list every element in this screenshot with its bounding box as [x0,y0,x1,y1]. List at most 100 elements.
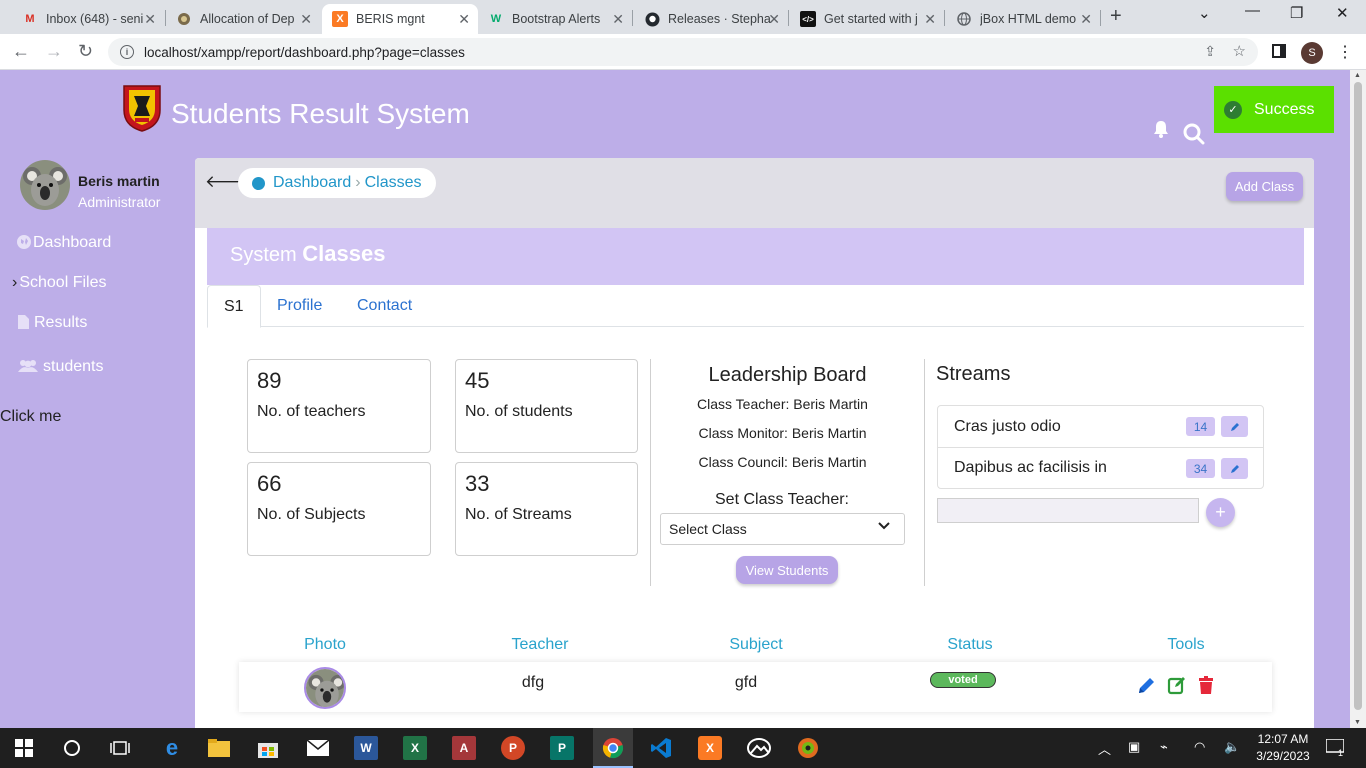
browser-tab-strip: M Inbox (648) - seni ✕ Allocation of Dep… [0,0,1366,34]
divider [650,359,651,586]
click-me-link[interactable]: Click me [0,408,61,426]
scroll-up-icon[interactable]: ▲ [1354,72,1361,79]
list-item[interactable]: Cras justo odio 14 [938,406,1263,447]
share-icon[interactable]: ⇪ [1204,43,1216,60]
stat-card-teachers: 89 No. of teachers [247,359,431,453]
address-bar-row: ← → ↻ i localhost/xampp/report/dashboard… [0,34,1366,70]
publisher-icon[interactable]: P [550,736,574,760]
bookmark-star-icon[interactable]: ☆ [1233,42,1246,60]
page-scrollbar[interactable]: ▲ ▼ [1350,70,1366,728]
xampp-icon: X [332,11,348,27]
network-icon[interactable]: ⌁ [1160,739,1168,755]
windows-start-icon[interactable] [12,736,36,760]
breadcrumb-home[interactable]: Dashboard [273,174,351,192]
minimize-button[interactable]: — [1245,2,1260,19]
edit-square-icon[interactable] [1167,675,1187,695]
code-icon: </> [800,11,816,27]
volume-icon[interactable]: 🔈 [1224,739,1240,755]
tab-s1[interactable]: S1 [207,285,261,328]
close-tab-icon[interactable]: ✕ [1080,11,1092,28]
close-tab-icon[interactable]: ✕ [144,11,156,28]
add-class-button[interactable]: Add Class [1226,172,1303,201]
browser-tab-gmail[interactable]: M Inbox (648) - seni ✕ [12,4,164,34]
vscode-icon[interactable] [649,736,673,760]
close-tab-icon[interactable]: ✕ [924,11,936,28]
side-panel-icon[interactable] [1272,44,1286,58]
search-circle-icon[interactable] [60,736,84,760]
scroll-down-icon[interactable]: ▼ [1354,719,1361,726]
maximize-button[interactable]: ❐ [1290,4,1303,22]
close-tab-icon[interactable]: ✕ [300,11,312,28]
mail-icon[interactable] [306,736,330,760]
users-icon [18,359,38,376]
browser-tab-releases[interactable]: Releases · Stepha ✕ [634,4,788,34]
store-icon[interactable] [256,736,280,760]
list-item[interactable]: Dapibus ac facilisis in 34 [938,447,1263,488]
add-stream-button[interactable]: + [1206,498,1235,527]
word-icon[interactable]: W [354,736,378,760]
close-tab-icon[interactable]: ✕ [768,11,780,28]
forward-icon[interactable]: → [45,41,63,62]
sidebar-item-results[interactable]: Results [18,314,87,332]
close-tab-icon[interactable]: ✕ [612,11,624,28]
panel-header: 🡐 Dashboard › Classes Add Class [195,158,1314,228]
tab-contact[interactable]: Contact [341,285,428,327]
sidebar-item-school-files[interactable]: › School Files [12,274,106,292]
excel-icon[interactable]: X [403,736,427,760]
tray-expand-icon[interactable]: ︿ [1098,739,1111,758]
address-bar[interactable]: i localhost/xampp/report/dashboard.php?p… [108,38,1258,66]
breadcrumb-current[interactable]: Classes [365,174,422,192]
browser-tab-allocation[interactable]: Allocation of Dep ✕ [166,4,320,34]
close-window-button[interactable]: ✕ [1336,4,1349,22]
pencil-icon[interactable] [1221,416,1248,437]
bell-icon[interactable] [1153,120,1169,143]
reload-icon[interactable]: ↻ [78,41,93,62]
pencil-icon[interactable] [1221,458,1248,479]
success-toast[interactable]: ✓ Success [1214,86,1334,133]
browser-tab-get-started[interactable]: </> Get started with j ✕ [790,4,944,34]
access-icon[interactable]: A [452,736,476,760]
browser-tab-bootstrap[interactable]: W Bootstrap Alerts ✕ [478,4,632,34]
set-class-teacher-label: Set Class Teacher: [715,491,849,508]
table-row: dfg gfd voted [239,662,1272,712]
photos-icon[interactable] [747,736,771,760]
taskbar-clock[interactable]: 12:07 AM 3/29/2023 [1252,731,1314,765]
file-explorer-icon[interactable] [207,736,231,760]
site-info-icon[interactable]: i [120,45,134,59]
pencil-icon[interactable] [1137,675,1157,695]
user-avatar[interactable] [20,160,70,210]
browser-tab-beris[interactable]: X BERIS mgnt ✕ [322,4,478,34]
app-icon[interactable] [796,736,820,760]
browser-tab-jbox[interactable]: jBox HTML demo ✕ [946,4,1100,34]
new-stream-input[interactable] [937,498,1199,523]
sidebar-item-students[interactable]: students [18,358,103,376]
xampp-icon[interactable]: X [698,736,722,760]
url-text[interactable]: localhost/xampp/report/dashboard.php?pag… [144,45,465,60]
scrollbar-thumb[interactable] [1354,82,1362,710]
select-class-dropdown[interactable]: Select Class [660,513,905,545]
site-icon [176,11,192,27]
gmail-icon: M [25,13,35,25]
tab-search-icon[interactable]: ⌄ [1198,4,1211,22]
chrome-icon[interactable] [601,736,625,760]
trash-icon[interactable] [1196,675,1216,695]
powerpoint-icon[interactable]: P [501,736,525,760]
task-view-icon[interactable] [108,736,132,760]
view-students-button[interactable]: View Students [736,556,838,584]
wifi-icon[interactable]: ◠ [1194,739,1205,755]
chevron-right-icon: › [12,274,18,291]
back-icon[interactable]: ← [12,41,30,62]
class-monitor-text: Class Monitor: Beris Martin [698,425,867,441]
profile-avatar[interactable]: S [1301,42,1323,64]
column-header-status: Status [947,636,993,653]
tab-profile[interactable]: Profile [261,285,338,327]
user-name: Beris martin [78,173,160,189]
page: Students Result System ✓ Success Beris m… [0,70,1366,728]
close-tab-icon[interactable]: ✕ [458,11,470,28]
tray-app-icon[interactable]: ▣ [1128,739,1140,755]
browser-menu-icon[interactable]: ⋮ [1337,42,1353,62]
edge-icon[interactable]: e [160,735,184,760]
search-icon[interactable] [1183,123,1205,145]
new-tab-button[interactable]: + [1110,5,1122,28]
sidebar-item-dashboard[interactable]: Dashboard [17,234,111,252]
